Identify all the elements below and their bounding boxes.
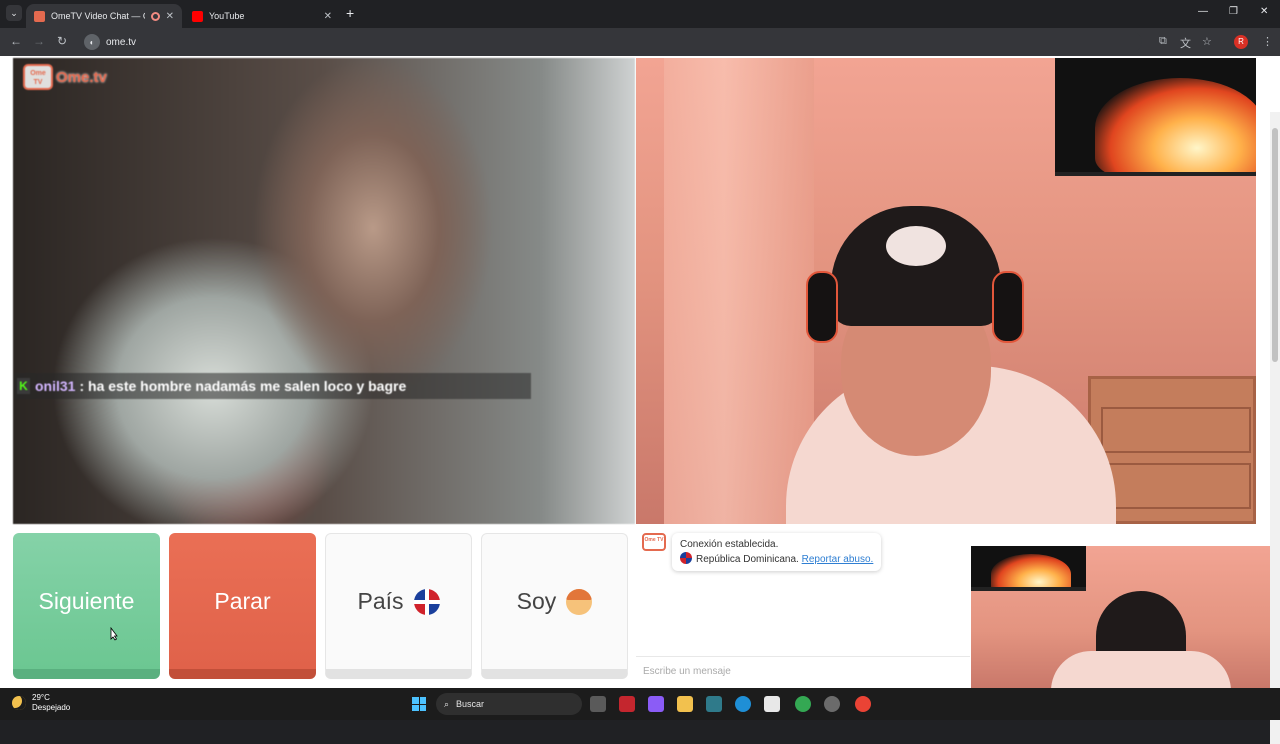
next-button[interactable]: Siguiente xyxy=(13,533,160,679)
tab-strip: ⌄ OmeTV Video Chat — Ome ✕ YouTube ✕ + —… xyxy=(0,0,1280,28)
logo-text: Ome.tv xyxy=(56,68,107,86)
chrome-icon[interactable] xyxy=(795,696,811,712)
tab-youtube[interactable]: YouTube ✕ xyxy=(184,4,340,28)
new-tab-button[interactable]: + xyxy=(346,5,354,21)
back-icon[interactable]: ← xyxy=(10,34,22,48)
tab-title: OmeTV Video Chat — Ome xyxy=(51,11,145,21)
cap xyxy=(831,206,1001,326)
file-explorer-icon[interactable] xyxy=(677,696,693,712)
report-abuse-link[interactable]: Reportar abuso. xyxy=(802,554,874,565)
drawer xyxy=(1101,463,1251,509)
task-view-icon[interactable] xyxy=(590,696,606,712)
ometv-favicon-icon xyxy=(34,10,45,22)
country-button[interactable]: País xyxy=(325,533,472,679)
tab-title: YouTube xyxy=(209,11,245,21)
self-webcam-video xyxy=(636,58,1256,524)
reload-icon[interactable]: ↻ xyxy=(57,34,67,48)
message-placeholder: Escribe un mensaje xyxy=(643,666,731,677)
weather-condition: Despejado xyxy=(32,703,71,712)
streamer-pip-webcam xyxy=(971,546,1280,688)
tab-ometv[interactable]: OmeTV Video Chat — Ome ✕ xyxy=(26,4,182,28)
bookmark-star-icon[interactable]: ☆ xyxy=(1202,35,1212,48)
stop-button[interactable]: Parar xyxy=(169,533,316,679)
page-scrollbar[interactable] xyxy=(1270,112,1280,744)
edge-icon[interactable] xyxy=(735,696,751,712)
youtube-favicon-icon xyxy=(192,10,203,22)
app-icon[interactable] xyxy=(619,696,635,712)
country-label: País xyxy=(357,588,404,614)
connection-text: Conexión establecida. xyxy=(680,539,779,550)
boy-emoji-icon xyxy=(566,588,593,615)
close-tab-icon[interactable]: ✕ xyxy=(324,11,332,22)
stream-chat-overlay: K onil31 : ha este hombre nadamás me sal… xyxy=(14,373,531,399)
message-input[interactable]: Escribe un mensaje xyxy=(636,656,970,686)
taskbar-search[interactable]: ⌕ Buscar xyxy=(436,693,582,715)
stop-label: Parar xyxy=(214,587,271,614)
mouse-cursor-icon xyxy=(110,627,118,641)
fireplace-image xyxy=(1095,78,1256,172)
gender-button[interactable]: Soy xyxy=(481,533,628,679)
tab-search-icon[interactable]: ⌄ xyxy=(6,5,22,21)
stranger-video: Ome TV Ome.tv K onil31 : ha este hombre … xyxy=(13,58,635,524)
windows-taskbar: 29°C Despejado ⌕ Buscar xyxy=(0,688,1280,720)
logo-box: Ome TV xyxy=(23,64,53,90)
close-tab-icon[interactable]: ✕ xyxy=(166,11,174,22)
copilot-icon[interactable] xyxy=(648,696,664,712)
address-bar[interactable]: ◐ ome.tv xyxy=(82,32,1142,52)
app-icon[interactable] xyxy=(824,696,840,712)
system-message: Ome TV Conexión establecida. República D… xyxy=(642,533,882,571)
recording-icon xyxy=(150,11,160,21)
kick-badge-icon: K xyxy=(17,378,30,394)
search-icon: ⌕ xyxy=(444,698,450,709)
minimize-icon[interactable]: — xyxy=(1198,6,1208,17)
app-icon[interactable] xyxy=(706,696,722,712)
windows-start-icon[interactable] xyxy=(412,697,426,711)
dominican-flag-icon xyxy=(413,588,440,615)
pip-hoodie xyxy=(1051,651,1231,688)
close-window-icon[interactable]: ✕ xyxy=(1260,6,1268,17)
weather-widget[interactable]: 29°C Despejado xyxy=(12,693,70,713)
ometv-mini-logo: Ome TV xyxy=(642,533,666,551)
moon-icon xyxy=(12,696,26,710)
streamer xyxy=(786,176,1116,524)
chrome-icon[interactable] xyxy=(855,696,871,712)
drawer xyxy=(1101,407,1251,453)
next-label: Siguiente xyxy=(38,587,135,614)
ometv-logo[interactable]: Ome TV Ome.tv xyxy=(23,64,107,90)
system-bubble: Conexión establecida. República Dominica… xyxy=(672,533,882,571)
temperature: 29°C xyxy=(32,693,50,702)
chat-username: onil31 xyxy=(35,378,76,394)
headphone-right xyxy=(992,271,1024,343)
forward-icon[interactable]: → xyxy=(33,34,45,48)
menu-kebab-icon[interactable]: ⋮ xyxy=(1262,35,1273,48)
toolbar: ← → ↻ ◐ ome.tv ⧉ 文 ☆ ⋮ xyxy=(0,28,1280,56)
url-text: ome.tv xyxy=(106,36,137,48)
tv-screen xyxy=(971,546,1086,591)
site-info-icon[interactable]: ◐ xyxy=(84,34,100,50)
scrollbar-thumb[interactable] xyxy=(1272,128,1278,362)
restore-icon[interactable]: ❐ xyxy=(1229,6,1238,17)
headphone-left xyxy=(806,271,838,343)
translate-icon[interactable]: 文 xyxy=(1180,35,1191,51)
cap-logo xyxy=(886,226,946,266)
ometv-page: Ome TV Ome.tv K onil31 : ha este hombre … xyxy=(0,56,1280,744)
fireplace-image xyxy=(991,554,1071,587)
dominican-flag-icon xyxy=(680,552,692,564)
search-label: Buscar xyxy=(456,699,485,709)
cast-icon[interactable]: ⧉ xyxy=(1159,35,1167,48)
tv-screen xyxy=(1055,58,1256,176)
gender-label: Soy xyxy=(516,588,557,614)
chat-message: : ha este hombre nadamás me salen loco y… xyxy=(79,378,407,394)
store-icon[interactable] xyxy=(764,696,780,712)
country-text: República Dominicana. xyxy=(696,554,799,565)
profile-avatar[interactable]: R xyxy=(1234,35,1248,49)
